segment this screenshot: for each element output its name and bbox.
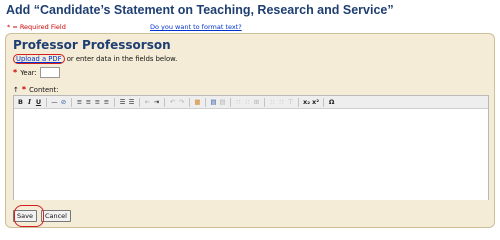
editor-toolbar: B I U — ⊘ ≡ ≡ ≡ ≡ ☰ ☰ ⇤ ⇥ ↶ ↷ ▦ ▤ ▤ ∷ ∷ ⊞ ∷ ∷ ⊤ x₂ x² Ω	[14, 96, 488, 109]
form-subheader: * = Required Field Do you want to format…	[7, 23, 242, 31]
italic-button[interactable]: I	[26, 97, 33, 107]
content-label: Content:	[29, 85, 59, 94]
year-input[interactable]	[39, 67, 60, 78]
required-legend: * = Required Field	[7, 23, 66, 31]
redo-button[interactable]: ↷	[178, 97, 185, 107]
insert-row-button[interactable]: ∷	[235, 97, 242, 107]
superscript-button[interactable]: x²	[312, 97, 319, 107]
toolbar-separator	[264, 97, 265, 107]
remove-format-button[interactable]: ⊘	[60, 97, 67, 107]
outdent-button[interactable]: ⇤	[144, 97, 151, 107]
upload-hint-text: or enter data in the fields below.	[64, 55, 178, 63]
upload-pdf-link[interactable]: Upload a PDF	[13, 54, 65, 64]
table-button[interactable]: ▤	[210, 97, 217, 107]
toolbar-separator	[189, 97, 190, 107]
toolbar-separator	[298, 97, 299, 107]
align-left-button[interactable]: ≡	[76, 97, 83, 107]
subscript-button[interactable]: x₂	[303, 97, 310, 107]
split-cell-button[interactable]: ⊤	[287, 97, 294, 107]
horizontal-rule-button[interactable]: —	[51, 97, 58, 107]
required-star: *	[21, 85, 27, 94]
toolbar-separator	[230, 97, 231, 107]
merge-cells-button[interactable]: ⊞	[253, 97, 260, 107]
toolbar-separator	[139, 97, 140, 107]
cancel-button[interactable]: Cancel	[40, 210, 71, 222]
collapse-toggle-icon[interactable]: ↑	[13, 86, 19, 94]
toolbar-separator	[71, 97, 72, 107]
statement-form-panel: Professor Professorson Upload a PDF or e…	[5, 33, 495, 228]
undo-button[interactable]: ↶	[169, 97, 176, 107]
content-editor-area[interactable]	[14, 109, 488, 200]
delete-row-button[interactable]: ∷	[244, 97, 251, 107]
year-label: Year:	[20, 68, 37, 77]
ordered-list-button[interactable]: ☰	[128, 97, 135, 107]
table-props-button[interactable]: ▤	[219, 97, 226, 107]
underline-button[interactable]: U	[35, 97, 42, 107]
required-star: *	[13, 68, 18, 77]
special-char-button[interactable]: Ω	[328, 97, 335, 107]
justify-button[interactable]: ≡	[103, 97, 110, 107]
paste-button[interactable]: ▦	[194, 97, 201, 107]
align-right-button[interactable]: ≡	[94, 97, 101, 107]
align-center-button[interactable]: ≡	[85, 97, 92, 107]
toolbar-separator	[323, 97, 325, 107]
upload-line: Upload a PDF or enter data in the fields…	[13, 54, 178, 64]
delete-col-button[interactable]: ∷	[278, 97, 285, 107]
rich-text-editor: B I U — ⊘ ≡ ≡ ≡ ≡ ☰ ☰ ⇤ ⇥ ↶ ↷ ▦ ▤ ▤ ∷ ∷ ⊞ ∷ ∷ ⊤ x₂ x² Ω	[13, 95, 489, 200]
format-text-link[interactable]: Do you want to format text?	[150, 23, 242, 31]
professor-name: Professor Professorson	[13, 38, 171, 52]
toolbar-separator	[114, 97, 115, 107]
form-actions: Save Cancel	[13, 205, 71, 227]
unordered-list-button[interactable]: ☰	[119, 97, 126, 107]
bold-button[interactable]: B	[17, 97, 24, 107]
toolbar-separator	[164, 97, 165, 107]
indent-button[interactable]: ⇥	[153, 97, 160, 107]
save-button[interactable]: Save	[13, 210, 37, 222]
page-title: Add “Candidate’s Statement on Teaching, …	[6, 3, 394, 17]
toolbar-separator	[205, 97, 206, 107]
year-row: * Year:	[13, 67, 60, 78]
insert-col-button[interactable]: ∷	[269, 97, 276, 107]
toolbar-separator	[46, 97, 47, 107]
content-row: ↑ * Content:	[13, 85, 58, 94]
